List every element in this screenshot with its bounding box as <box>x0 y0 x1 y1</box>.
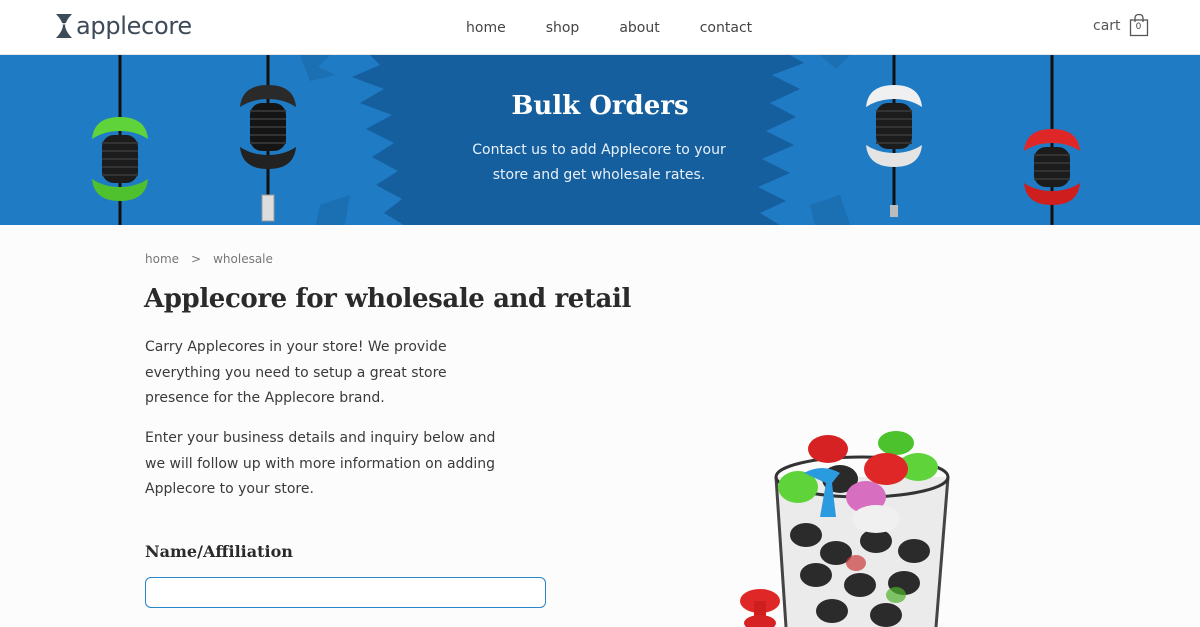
nav-home-link[interactable]: home <box>466 20 506 36</box>
cart-link[interactable]: cart 0 <box>1093 13 1149 37</box>
cart-label: cart <box>1093 18 1121 34</box>
shopping-bag-icon: 0 <box>1129 13 1149 37</box>
black-cable-organizer-image <box>240 55 296 222</box>
red-cable-organizer-image <box>1024 55 1080 225</box>
breadcrumb-home-link[interactable]: home <box>145 252 179 266</box>
nav-contact-link[interactable]: contact <box>700 20 752 36</box>
main-nav: home shop about contact <box>466 20 752 36</box>
applecore-jar-image <box>740 431 950 627</box>
nav-shop-link[interactable]: shop <box>546 20 580 36</box>
hero-banner: Bulk Orders Contact us to add Applecore … <box>0 55 1200 225</box>
site-header: applecore home shop about contact cart 0 <box>0 0 1200 55</box>
white-cable-organizer-image <box>866 55 922 217</box>
name-affiliation-label: Name/Affiliation <box>145 542 293 561</box>
applecore-logo-icon <box>56 14 72 38</box>
cart-count: 0 <box>1135 22 1142 32</box>
name-affiliation-input[interactable] <box>145 577 546 608</box>
logo-text: applecore <box>76 12 192 40</box>
instructions-paragraph: Enter your business details and inquiry … <box>145 430 496 497</box>
breadcrumb-separator: > <box>191 252 202 266</box>
hero-subtitle: Contact us to add Applecore to your stor… <box>472 142 726 183</box>
hero-title: Bulk Orders <box>511 91 689 121</box>
page-title: Applecore for wholesale and retail <box>144 284 631 314</box>
logo-link[interactable]: applecore <box>54 12 192 40</box>
breadcrumb-current: wholesale <box>213 252 273 266</box>
breadcrumb: home > wholesale <box>145 252 273 266</box>
nav-about-link[interactable]: about <box>619 20 659 36</box>
green-cable-organizer-image <box>92 55 148 225</box>
intro-paragraph: Carry Applecores in your store! We provi… <box>145 339 447 406</box>
